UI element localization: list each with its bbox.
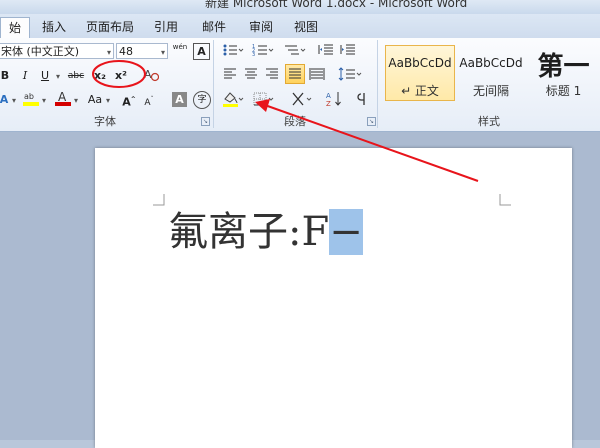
change-case-label: Aa — [87, 93, 103, 106]
svg-text:A: A — [144, 68, 152, 81]
chinese-layout-icon[interactable] — [290, 90, 316, 108]
style-normal-name: ↵ 正文 — [401, 84, 439, 98]
tab-view[interactable]: 视图 — [288, 17, 324, 37]
style-no-spacing-sample: AaBbCcDd — [459, 56, 523, 70]
align-left-icon[interactable] — [222, 66, 238, 84]
sort-icon[interactable]: AZ — [326, 90, 344, 108]
character-shading-label: A — [175, 93, 184, 106]
text-effects-dropdown-icon[interactable]: ▾ — [10, 91, 18, 109]
justify-icon[interactable] — [285, 64, 305, 84]
font-name-combo[interactable]: 宋体 (中文正文) — [0, 43, 114, 59]
grow-font-button[interactable]: A^ — [122, 91, 136, 109]
style-normal-sample: AaBbCcDd — [388, 56, 452, 70]
text-highlight-dropdown-icon[interactable]: ▾ — [40, 91, 48, 109]
borders-icon[interactable] — [252, 90, 274, 108]
font-group-label: 字体 — [94, 115, 116, 128]
align-center-icon[interactable] — [243, 66, 259, 84]
change-case-button[interactable]: Aa — [86, 91, 104, 109]
decrease-indent-icon[interactable] — [318, 42, 334, 60]
style-no-spacing-name: 无间隔 — [472, 84, 509, 98]
distributed-icon[interactable] — [309, 66, 325, 84]
phonetic-guide-button[interactable]: wén — [171, 42, 189, 60]
text-effects-icon[interactable]: A — [0, 91, 10, 109]
font-name-dropdown-icon[interactable]: ▾ — [104, 43, 114, 61]
character-border-label: A — [197, 45, 206, 58]
style-normal[interactable]: AaBbCcDd ↵ 正文 — [385, 45, 455, 101]
numbering-icon[interactable]: 123 — [252, 42, 274, 60]
document-text-main: 氟离子:F — [168, 209, 330, 255]
document-text[interactable]: 氟离子:F− — [168, 206, 363, 258]
bold-button[interactable]: B — [0, 67, 12, 85]
superscript-label: x² — [115, 69, 127, 82]
font-color-dropdown-icon[interactable]: ▾ — [72, 91, 80, 109]
style-heading-1[interactable]: 第一 标题 1 — [527, 45, 600, 101]
title-bar: 新建 Microsoft Word 1.docx - Microsoft Wor… — [0, 0, 600, 14]
margin-corner-mark — [153, 194, 165, 206]
bullets-icon[interactable] — [222, 42, 244, 60]
clear-formatting-icon[interactable]: A — [142, 66, 160, 84]
ribbon: 宋体 (中文正文) ▾ 48 ▾ wén A B I U ▾ abc x₂ x²… — [0, 38, 600, 132]
svg-text:A: A — [58, 90, 67, 104]
document-page[interactable]: 氟离子:F− — [95, 148, 572, 448]
strikethrough-button[interactable]: abc — [66, 67, 86, 85]
enclose-characters-button[interactable]: 字 — [193, 91, 211, 109]
subscript-label: x₂ — [94, 69, 106, 82]
shading-icon[interactable] — [222, 90, 244, 108]
subscript-button[interactable]: x₂ — [91, 67, 109, 85]
underline-label: U — [40, 69, 50, 82]
underline-button[interactable]: U — [38, 67, 52, 85]
underline-dropdown-icon[interactable]: ▾ — [54, 67, 62, 85]
svg-text:ab: ab — [24, 92, 34, 101]
document-area: 氟离子:F− — [0, 132, 600, 448]
style-no-spacing[interactable]: AaBbCcDd 无间隔 — [456, 45, 526, 101]
italic-label: I — [22, 69, 28, 82]
align-right-icon[interactable] — [264, 66, 280, 84]
paragraph-group-label: 段落 — [284, 115, 306, 128]
character-shading-button[interactable]: A — [172, 92, 187, 107]
svg-text:Z: Z — [326, 100, 331, 108]
strikethrough-label: abc — [67, 71, 85, 81]
change-case-dropdown-icon[interactable]: ▾ — [104, 91, 112, 109]
font-dialog-launcher-icon[interactable]: ↘ — [201, 117, 210, 126]
character-border-button[interactable]: A — [193, 43, 210, 60]
svg-text:3: 3 — [252, 52, 255, 58]
style-heading-1-sample: 第一 — [537, 52, 590, 82]
selected-text[interactable]: − — [329, 209, 363, 255]
font-size-value: 48 — [119, 45, 133, 58]
italic-button[interactable]: I — [18, 67, 32, 85]
tab-insert[interactable]: 插入 — [36, 17, 72, 37]
font-name-value: 宋体 (中文正文) — [1, 45, 80, 58]
show-marks-icon[interactable] — [354, 90, 370, 108]
enclose-characters-label: 字 — [197, 95, 207, 105]
shrink-font-button[interactable]: Aˇ — [142, 91, 156, 109]
line-spacing-icon[interactable] — [337, 66, 363, 84]
increase-indent-icon[interactable] — [340, 42, 356, 60]
tab-review[interactable]: 审阅 — [243, 17, 279, 37]
font-color-icon[interactable]: A — [54, 89, 72, 107]
multilevel-list-icon[interactable] — [284, 42, 306, 60]
tab-mailings[interactable]: 邮件 — [196, 17, 232, 37]
phonetic-label: wén — [172, 43, 188, 51]
text-highlight-icon[interactable]: ab — [22, 89, 40, 107]
svg-text:A: A — [326, 92, 331, 100]
styles-group-label: 样式 — [478, 115, 500, 128]
margin-corner-mark — [499, 194, 511, 206]
style-heading-1-name: 标题 1 — [545, 84, 582, 98]
tab-page-layout[interactable]: 页面布局 — [80, 17, 140, 37]
grow-font-label: A — [122, 95, 131, 109]
paragraph-dialog-launcher-icon[interactable]: ↘ — [367, 117, 376, 126]
tab-home[interactable]: 始 — [0, 17, 30, 39]
tab-references[interactable]: 引用 — [148, 17, 184, 37]
superscript-button[interactable]: x² — [112, 67, 130, 85]
bold-label: B — [0, 69, 10, 82]
ribbon-tabs: 始 插入 页面布局 引用 邮件 审阅 视图 — [0, 14, 600, 39]
window-title: 新建 Microsoft Word 1.docx - Microsoft Wor… — [205, 0, 468, 10]
font-size-dropdown-icon[interactable]: ▾ — [158, 43, 168, 61]
